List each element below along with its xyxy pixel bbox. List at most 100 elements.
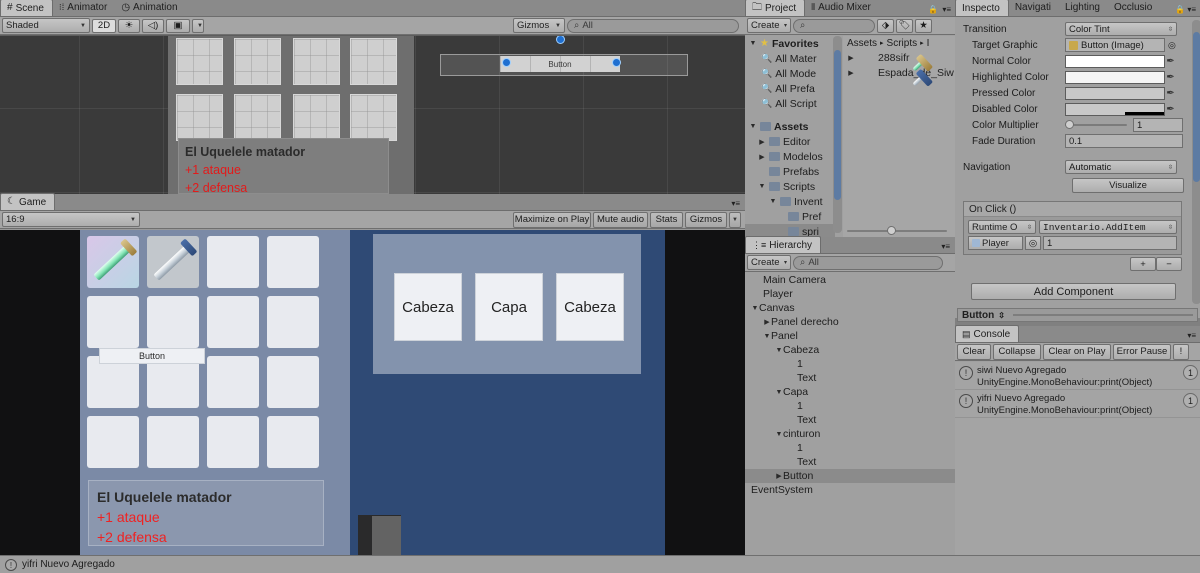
scene-button-object[interactable]: Button	[500, 56, 620, 72]
hierarchy-item-cinturon-1[interactable]: 1	[745, 441, 955, 455]
hierarchy-item-capa-text[interactable]: Text	[745, 413, 955, 427]
target-picker-icon[interactable]: ◎	[1168, 40, 1176, 51]
scene-2d-toggle[interactable]: 2D	[92, 18, 116, 33]
game-panel-menu-icon[interactable]: ▾≡	[731, 199, 740, 208]
project-menu-icon[interactable]: ▾≡	[942, 5, 951, 14]
tab-game[interactable]: ☾ Game	[0, 193, 56, 210]
project-type-filter-button[interactable]: ⬗	[877, 18, 894, 33]
scene-fx-toggle[interactable]: ▣	[166, 18, 190, 33]
project-tree-item-editor[interactable]: ▶ Editor	[745, 134, 835, 149]
hierarchy-item-button[interactable]: ▶ Button	[745, 469, 955, 483]
hierarchy-menu-icon[interactable]: ▾≡	[941, 242, 950, 251]
color-multiplier-slider[interactable]	[1065, 120, 1127, 129]
scene-lighting-toggle[interactable]: ☀	[118, 18, 140, 33]
breadcrumb-assets[interactable]: Assets	[847, 38, 877, 49]
scene-gizmos-dropdown[interactable]: Gizmos ▼	[513, 18, 565, 33]
hierarchy-item-cabeza[interactable]: ▼ Cabeza	[745, 343, 955, 357]
project-asset-item-espada[interactable]: ▶ Espada_de_Siw	[843, 65, 955, 87]
project-tree-item-all-prefabs[interactable]: 🔍 All Prefa	[745, 81, 835, 96]
project-tree-item-inventario[interactable]: ▼ Invent	[745, 194, 835, 209]
scene-gizmo-handle-right[interactable]	[612, 58, 621, 67]
hierarchy-item-cabeza-text[interactable]: Text	[745, 371, 955, 385]
add-component-button[interactable]: Add Component	[971, 283, 1176, 300]
project-tree-item-favorites[interactable]: ▼ ★ Favorites	[745, 36, 835, 51]
breadcrumb-inventario[interactable]: I	[927, 38, 930, 49]
eyedropper-icon[interactable]: ✒	[1165, 88, 1176, 99]
tab-project[interactable]: 🗀 Project	[745, 0, 806, 16]
project-tree-item-scripts[interactable]: ▼ Scripts	[745, 179, 835, 194]
breadcrumb-scripts[interactable]: Scripts	[887, 38, 918, 49]
hierarchy-item-player[interactable]: Player	[745, 287, 955, 301]
game-aspect-dropdown[interactable]: 16:9 ▼	[2, 212, 140, 227]
project-tree-scrollbar[interactable]	[833, 36, 842, 233]
hierarchy-item-main-camera[interactable]: Main Camera	[745, 273, 955, 287]
onclick-object-field[interactable]: Player	[968, 236, 1023, 250]
scene-search-input[interactable]: ⌕ All	[567, 18, 739, 33]
equipment-slot-cabeza-2[interactable]: Cabeza	[556, 273, 624, 341]
inventory-slot[interactable]	[207, 356, 259, 408]
hierarchy-item-panel-derecho[interactable]: ▶ Panel derecho	[745, 315, 955, 329]
eyedropper-icon[interactable]: ✒	[1165, 56, 1176, 67]
inventory-slot[interactable]	[147, 236, 199, 288]
highlighted-color-swatch[interactable]	[1065, 70, 1165, 84]
inventory-slot[interactable]	[147, 296, 199, 348]
target-graphic-object-field[interactable]: Button (Image)	[1065, 38, 1165, 52]
hierarchy-item-capa-1[interactable]: 1	[745, 399, 955, 413]
console-menu-icon[interactable]: ▾≡	[1187, 331, 1196, 340]
onclick-argument-field[interactable]: 1	[1043, 236, 1177, 250]
game-add-item-button[interactable]: Button	[99, 348, 205, 364]
project-asset-browser[interactable]: Assets ▸ Scripts ▸ I ▶ 288sifr ▶ Espada_…	[843, 36, 955, 237]
console-error-pause-button[interactable]: Error Pause	[1113, 343, 1171, 360]
console-log-list[interactable]: ! siwi Nuevo Agregado UnityEngine.MonoBe…	[955, 362, 1200, 555]
disabled-color-swatch[interactable]	[1065, 102, 1165, 116]
tab-hierarchy[interactable]: ⋮≡ Hierarchy	[745, 236, 822, 253]
project-tree-item-prefabs-sub[interactable]: Pref	[745, 209, 835, 224]
project-asset-item-288sifr[interactable]: ▶ 288sifr	[843, 50, 955, 72]
eyedropper-icon[interactable]: ✒	[1165, 72, 1176, 83]
mute-audio-button[interactable]: Mute audio	[593, 211, 648, 228]
pressed-color-swatch[interactable]	[1065, 86, 1165, 100]
project-zoom-slider[interactable]	[847, 226, 947, 235]
scene-gizmo-handle-left[interactable]	[502, 58, 511, 67]
stats-button[interactable]: Stats	[650, 211, 683, 228]
inventory-slot[interactable]	[87, 416, 139, 468]
project-tree-item-all-materials[interactable]: 🔍 All Mater	[745, 51, 835, 66]
tab-scene[interactable]: # Scene	[0, 0, 53, 16]
lock-icon[interactable]: 🔒	[1175, 5, 1185, 14]
console-clear-on-play-button[interactable]: Clear on Play	[1043, 343, 1111, 360]
console-clear-button[interactable]: Clear	[957, 343, 991, 360]
project-search-input[interactable]: ⌕	[793, 18, 875, 33]
console-entry[interactable]: ! yifri Nuevo Agregado UnityEngine.MonoB…	[955, 390, 1200, 418]
onclick-runtime-dropdown[interactable]: Runtime O ⇳	[968, 220, 1036, 234]
tab-animation[interactable]: ◷ Animation	[115, 0, 185, 16]
project-breadcrumb[interactable]: Assets ▸ Scripts ▸ I	[843, 36, 955, 50]
inventory-slot[interactable]	[267, 356, 319, 408]
maximize-on-play-button[interactable]: Maximize on Play	[513, 211, 591, 228]
inventory-slot[interactable]	[267, 416, 319, 468]
project-tree[interactable]: ▼ ★ Favorites 🔍 All Mater 🔍 All Mode 🔍 A…	[745, 36, 835, 237]
onclick-add-button[interactable]: +	[1130, 257, 1156, 271]
inventory-slot[interactable]	[207, 236, 259, 288]
onclick-object-picker[interactable]: ◎	[1025, 236, 1041, 250]
game-gizmos-dropdown[interactable]: ▼	[729, 211, 741, 228]
tab-console[interactable]: ▤ Console	[955, 325, 1020, 342]
project-lock-icon[interactable]: 🔒	[928, 5, 938, 14]
equipment-slot-cabeza-1[interactable]: Cabeza	[394, 273, 462, 341]
inventory-slot[interactable]	[207, 416, 259, 468]
console-info-filter-button[interactable]: !	[1173, 343, 1189, 360]
navigation-dropdown[interactable]: Automatic ⇳	[1065, 160, 1177, 174]
onclick-function-dropdown[interactable]: Inventario.AddItem ⇳	[1039, 220, 1177, 234]
hierarchy-item-canvas[interactable]: ▼ Canvas	[745, 301, 955, 315]
project-tree-item-all-models[interactable]: 🔍 All Mode	[745, 66, 835, 81]
game-viewport[interactable]: El Uquelele matador +1 ataque +2 defensa…	[0, 230, 745, 555]
hierarchy-item-eventsystem[interactable]: EventSystem	[745, 483, 955, 497]
status-bar[interactable]: ! yifri Nuevo Agregado	[0, 555, 1200, 573]
project-tree-item-prefabs[interactable]: Prefabs	[745, 164, 835, 179]
color-multiplier-value-field[interactable]: 1	[1133, 118, 1183, 132]
hierarchy-item-cinturon-text[interactable]: Text	[745, 455, 955, 469]
inventory-slot[interactable]	[267, 296, 319, 348]
visualize-button[interactable]: Visualize	[1072, 178, 1184, 193]
project-tree-item-modelos[interactable]: ▶ Modelos	[745, 149, 835, 164]
inventory-slot[interactable]	[87, 296, 139, 348]
hierarchy-search-input[interactable]: ⌕ All	[793, 255, 943, 270]
